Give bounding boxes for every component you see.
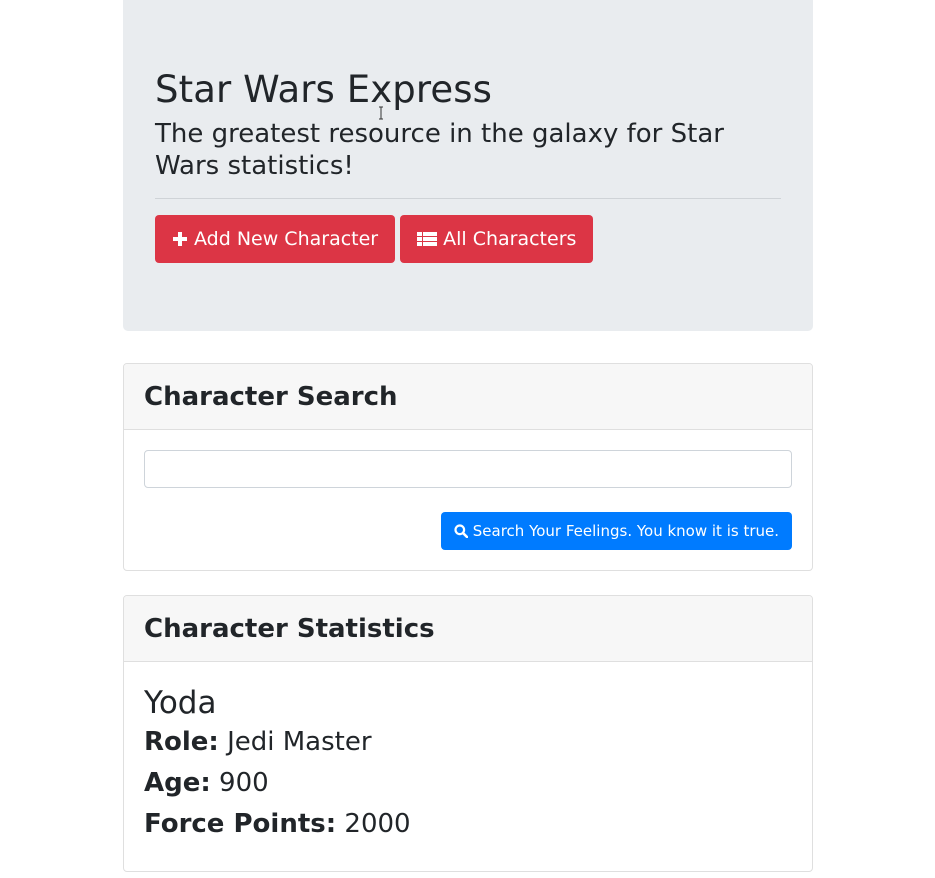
character-search-body: Search Your Feelings. You know it is tru…: [124, 430, 812, 550]
search-input[interactable]: [144, 450, 792, 488]
search-button-label: Search Your Feelings. You know it is tru…: [472, 522, 779, 540]
all-characters-label: All Characters: [443, 228, 577, 250]
role-value: Jedi Master: [227, 727, 372, 757]
page-title: Star Wars Express: [155, 68, 492, 111]
character-search-heading: Character Search: [144, 381, 398, 412]
character-statistics-body: Yoda Role: Jedi Master Age: 900 Force Po…: [124, 662, 812, 845]
main-container: Star Wars Express The greatest resource …: [123, 0, 813, 872]
character-statistics-header: Character Statistics: [124, 596, 812, 662]
search-icon: [454, 524, 468, 538]
character-name: Yoda: [144, 685, 217, 721]
character-search-card: Character Search Search Your Feelings. Y…: [123, 363, 813, 571]
role-label: Role:: [144, 727, 219, 757]
jumbotron: Star Wars Express The greatest resource …: [123, 0, 813, 331]
age-line: Age: 900: [144, 763, 792, 804]
action-buttons: Add New Character All Characters: [155, 215, 781, 263]
character-search-header: Character Search: [124, 364, 812, 430]
add-new-character-label: Add New Character: [194, 228, 379, 250]
search-button[interactable]: Search Your Feelings. You know it is tru…: [440, 512, 792, 550]
character-statistics-heading: Character Statistics: [144, 613, 435, 644]
force-points-label: Force Points:: [144, 809, 337, 839]
page: Star Wars Express The greatest resource …: [0, 0, 935, 878]
plus-icon: [172, 231, 188, 247]
all-characters-button[interactable]: All Characters: [400, 215, 594, 263]
text-cursor-icon: [378, 105, 384, 120]
divider: [155, 198, 781, 199]
add-new-character-button[interactable]: Add New Character: [155, 215, 396, 263]
character-statistics-card: Character Statistics Yoda Role: Jedi Mas…: [123, 595, 813, 872]
list-icon: [417, 231, 438, 247]
force-points-line: Force Points: 2000: [144, 804, 792, 845]
page-subtitle: The greatest resource in the galaxy for …: [155, 119, 724, 181]
age-label: Age:: [144, 768, 211, 798]
force-points-value: 2000: [344, 809, 411, 839]
age-value: 900: [219, 768, 269, 798]
role-line: Role: Jedi Master: [144, 722, 792, 763]
